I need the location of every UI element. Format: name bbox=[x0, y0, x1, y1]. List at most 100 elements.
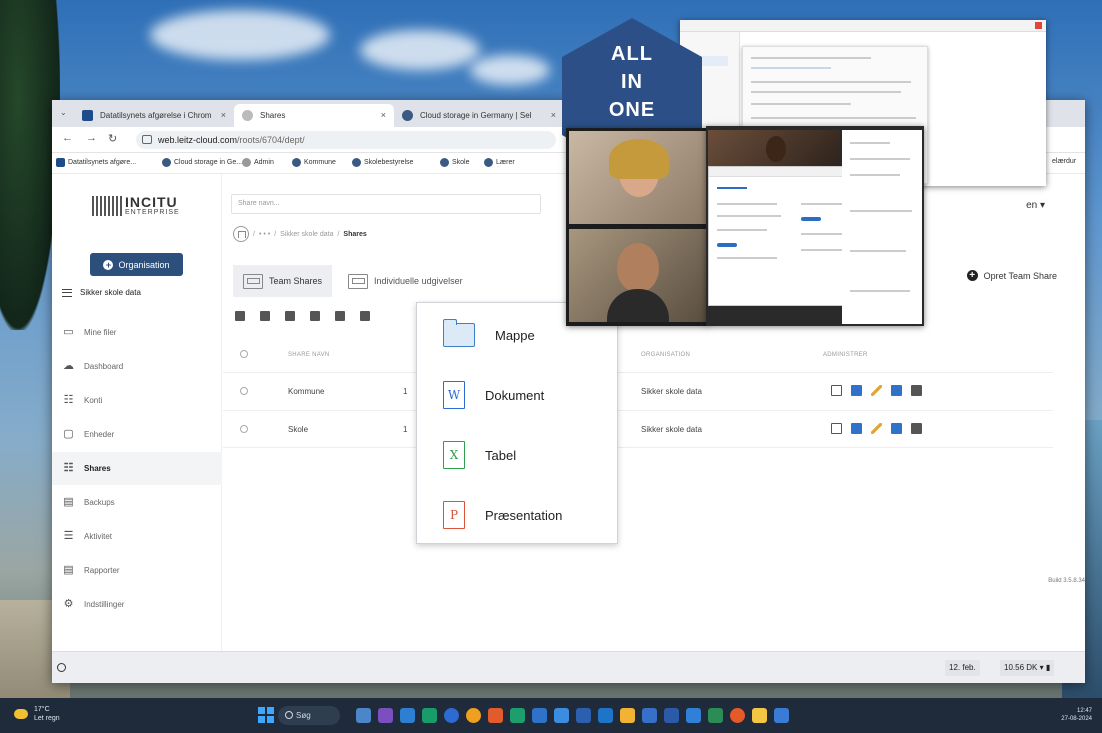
export-icon[interactable] bbox=[360, 311, 370, 321]
sidebar-item-konti[interactable]: ☷ Konti bbox=[52, 384, 222, 417]
menu-icon[interactable] bbox=[62, 288, 72, 297]
tab-team-shares[interactable]: Team Shares bbox=[233, 265, 333, 297]
home-icon[interactable] bbox=[233, 226, 249, 242]
sidebar-item-enheder[interactable]: ▢ Enheder bbox=[52, 418, 222, 451]
reload-icon[interactable]: ↻ bbox=[108, 132, 117, 145]
delete-icon[interactable] bbox=[235, 311, 245, 321]
taskbar-app-icon[interactable] bbox=[752, 708, 767, 723]
taskbar-app-icon[interactable] bbox=[356, 708, 371, 723]
folder-icon[interactable] bbox=[831, 385, 842, 396]
taskbar-app-icon[interactable] bbox=[730, 708, 745, 723]
share-search-input[interactable]: Share navn... bbox=[231, 194, 541, 214]
taskbar-clock[interactable]: 12:47 27-08-2024 bbox=[1061, 707, 1092, 723]
taskbar-app-icon[interactable] bbox=[598, 708, 613, 723]
url-input[interactable]: web.leitz-cloud.com/roots/6704/dept/ bbox=[136, 131, 556, 149]
column-organisation[interactable]: ORGANISATION bbox=[641, 352, 690, 358]
breadcrumb-ellipsis[interactable]: • • • bbox=[259, 231, 270, 238]
taskbar-app-icon[interactable] bbox=[774, 708, 789, 723]
taskbar-app-icon[interactable] bbox=[444, 708, 459, 723]
sidebar-item-mine-filer[interactable]: ▭ Mine filer bbox=[52, 316, 222, 349]
select-all-checkbox[interactable] bbox=[240, 350, 248, 358]
table-row[interactable]: Kommune 1 Sikker skole data bbox=[223, 372, 1053, 410]
add-icon[interactable] bbox=[260, 311, 270, 321]
create-team-share-button[interactable]: + Opret Team Share bbox=[966, 270, 1057, 281]
language-menu[interactable]: en ▾ bbox=[1026, 200, 1045, 211]
bookmark-item[interactable]: Skolebestyrelse bbox=[352, 158, 413, 167]
camera-icon[interactable] bbox=[891, 423, 902, 434]
start-button[interactable] bbox=[258, 707, 274, 723]
tab-label: Shares bbox=[260, 111, 286, 120]
table-row[interactable]: Skole 1 Sikker skole data bbox=[223, 410, 1053, 448]
sidebar-item-aktivitet[interactable]: ☰ Aktivitet bbox=[52, 520, 222, 553]
taskbar-app-icon[interactable] bbox=[422, 708, 437, 723]
status-time[interactable]: 10.56 DK ▾ ▮ bbox=[1000, 660, 1055, 676]
taskbar-app-icon[interactable] bbox=[642, 708, 657, 723]
menu-item-tabel[interactable]: X Tabel bbox=[417, 425, 617, 485]
taskbar-app-icon[interactable] bbox=[488, 708, 503, 723]
sidebar-section[interactable]: Sikker skole data bbox=[62, 288, 141, 297]
taskbar-app-icon[interactable] bbox=[664, 708, 679, 723]
menu-item-dokument[interactable]: W Dokument bbox=[417, 365, 617, 425]
bookmark-item[interactable]: Kommune bbox=[292, 158, 336, 167]
breadcrumb-item[interactable]: Sikker skole data bbox=[280, 231, 333, 238]
users-icon: ☷ bbox=[63, 394, 74, 406]
tab-shares[interactable]: Shares × bbox=[234, 104, 394, 127]
taskbar-search[interactable]: Søg bbox=[278, 706, 340, 725]
taskbar-app-icon[interactable] bbox=[466, 708, 481, 723]
tab-individuelle-udgivelser[interactable]: Individuelle udgivelser bbox=[338, 265, 473, 297]
taskbar-app-icon[interactable] bbox=[532, 708, 547, 723]
sidebar-item-rapporter[interactable]: ▤ Rapporter bbox=[52, 554, 222, 587]
pencil-icon[interactable] bbox=[871, 385, 882, 396]
taskbar-app-icon[interactable] bbox=[510, 708, 525, 723]
bookmark-item[interactable]: Admin bbox=[242, 158, 274, 167]
share-name[interactable]: Kommune bbox=[288, 387, 324, 396]
organisation-button[interactable]: + Organisation bbox=[90, 253, 183, 276]
trash-icon[interactable] bbox=[911, 423, 922, 434]
users-icon[interactable] bbox=[851, 423, 862, 434]
close-tab-icon[interactable]: × bbox=[381, 110, 386, 120]
text-line bbox=[850, 174, 900, 176]
bookmark-item[interactable]: elærdur bbox=[1052, 158, 1076, 165]
lock-icon[interactable] bbox=[310, 311, 320, 321]
bookmark-item[interactable]: Datatilsynets afgøre... bbox=[56, 158, 136, 167]
folder-icon[interactable] bbox=[831, 423, 842, 434]
tab-cloud-storage[interactable]: Cloud storage in Germany | Sel × bbox=[394, 104, 564, 127]
camera-icon[interactable] bbox=[891, 385, 902, 396]
column-share-navn[interactable]: SHARE NAVN bbox=[288, 352, 330, 358]
tab-datatilsynet[interactable]: Datatilsynets afgørelse i Chrom × bbox=[74, 104, 234, 127]
forward-icon[interactable]: → bbox=[86, 132, 97, 144]
status-date[interactable]: 12. feb. bbox=[945, 660, 980, 676]
tab-list-icon[interactable]: ⌄ bbox=[60, 108, 67, 117]
taskbar-app-icon[interactable] bbox=[620, 708, 635, 723]
taskbar-app-icon[interactable] bbox=[708, 708, 723, 723]
site-info-icon[interactable] bbox=[142, 135, 152, 144]
sidebar-item-dashboard[interactable]: ☁ Dashboard bbox=[52, 350, 222, 383]
edit-icon[interactable] bbox=[285, 311, 295, 321]
taskbar-app-icon[interactable] bbox=[378, 708, 393, 723]
weather-icon[interactable] bbox=[14, 709, 28, 719]
sidebar-item-shares[interactable]: ☷ Shares bbox=[52, 452, 222, 485]
sidebar-item-backups[interactable]: ▤ Backups bbox=[52, 486, 222, 519]
weather-widget[interactable]: 17°C Let regn bbox=[34, 705, 60, 723]
trash-icon[interactable] bbox=[911, 385, 922, 396]
back-icon[interactable]: ← bbox=[62, 132, 73, 144]
close-tab-icon[interactable]: × bbox=[551, 110, 556, 120]
users-icon[interactable] bbox=[851, 385, 862, 396]
taskbar-app-icon[interactable] bbox=[400, 708, 415, 723]
bookmark-item[interactable]: Lærer bbox=[484, 158, 515, 167]
bookmark-item[interactable]: Skole bbox=[440, 158, 470, 167]
dashboard-icon: ☁ bbox=[63, 360, 74, 372]
taskbar-app-icon[interactable] bbox=[686, 708, 701, 723]
row-checkbox[interactable] bbox=[240, 425, 248, 433]
close-tab-icon[interactable]: × bbox=[221, 110, 226, 120]
bookmark-item[interactable]: Cloud storage in Ge... bbox=[162, 158, 242, 167]
share-icon[interactable] bbox=[335, 311, 345, 321]
sidebar-item-indstillinger[interactable]: ⚙ Indstillinger bbox=[52, 588, 222, 621]
taskbar-app-icon[interactable] bbox=[554, 708, 569, 723]
row-checkbox[interactable] bbox=[240, 387, 248, 395]
taskbar-app-icon[interactable] bbox=[576, 708, 591, 723]
pencil-icon[interactable] bbox=[871, 423, 882, 434]
share-name[interactable]: Skole bbox=[288, 425, 308, 434]
launcher-icon[interactable] bbox=[57, 663, 66, 672]
menu-item-praesentation[interactable]: P Præsentation bbox=[417, 485, 617, 545]
